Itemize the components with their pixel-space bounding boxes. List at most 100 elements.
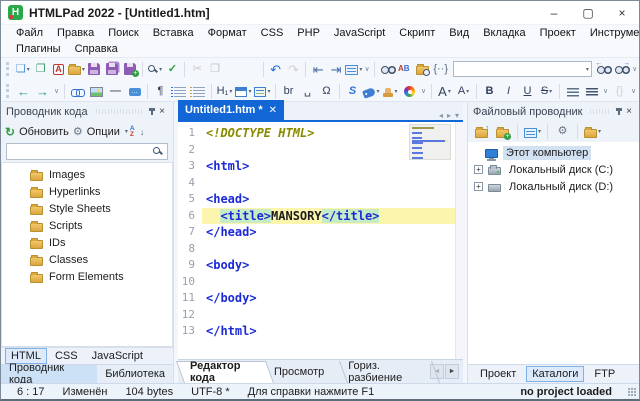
code-line[interactable]: 4	[178, 175, 463, 192]
code-braces-icon[interactable]: {}	[610, 82, 629, 101]
new-from-template-icon[interactable]: A	[50, 60, 68, 79]
code-line[interactable]: 9<body>	[178, 257, 463, 274]
open-folder-icon[interactable]	[472, 122, 491, 141]
gear-icon[interactable]: ⚙	[73, 125, 83, 138]
paste-icon[interactable]	[224, 60, 242, 79]
code-line[interactable]: 11</body>	[178, 290, 463, 307]
comment-icon[interactable]	[125, 82, 144, 101]
strikethrough-icon[interactable]: S▾	[537, 82, 556, 101]
code-explorer-searchbox[interactable]	[6, 143, 168, 160]
quick-search-combobox-input[interactable]	[454, 63, 585, 75]
menu-item[interactable]: Проект	[533, 27, 583, 39]
refresh-button[interactable]: Обновить	[19, 126, 69, 138]
menu-item[interactable]: Поиск	[101, 27, 145, 39]
panel-tab[interactable]: Проект	[474, 366, 522, 382]
editor-view-tab[interactable]: Гориз. разбиение	[338, 360, 430, 383]
special-char-icon[interactable]: Ω	[317, 82, 336, 101]
find-in-files-icon[interactable]	[378, 60, 396, 79]
menu-item[interactable]: JavaScript	[327, 27, 392, 39]
panel-tab[interactable]: Библиотека	[97, 365, 173, 383]
save-icon[interactable]	[85, 60, 103, 79]
find-next-icon[interactable]	[613, 60, 631, 79]
minimize-button[interactable]: –	[537, 1, 571, 24]
cut-icon[interactable]: ✂	[188, 60, 206, 79]
menu-item[interactable]: Формат	[201, 27, 254, 39]
font-color-icon[interactable]: A▾	[435, 82, 454, 101]
tab-list-icon[interactable]: ▾	[455, 111, 459, 120]
menu-item[interactable]: Плагины	[9, 43, 68, 55]
code-snippets-icon[interactable]: ▾	[345, 60, 363, 79]
hyperlink-icon[interactable]	[68, 82, 87, 101]
format-painter-icon[interactable]: ▾	[381, 82, 400, 101]
new-folder-icon[interactable]	[493, 122, 512, 141]
clipboard-history-icon[interactable]	[242, 60, 260, 79]
script-icon[interactable]	[343, 82, 362, 101]
save-all-icon[interactable]	[103, 60, 121, 79]
forward-icon[interactable]: →	[33, 82, 52, 101]
menu-item[interactable]: Инструменты	[583, 27, 640, 39]
line-break-icon[interactable]: br	[279, 82, 298, 101]
file-tree-item[interactable]: +Локальный диск (C:)	[468, 161, 640, 178]
code-editor[interactable]: 1<!DOCTYPE HTML>23<html>45<head>6 <title…	[178, 122, 463, 359]
tree-folder-item[interactable]: Scripts	[2, 217, 172, 234]
menu-item[interactable]: Правка	[50, 27, 101, 39]
find-previous-icon[interactable]	[595, 60, 613, 79]
file-tree-item[interactable]: +Локальный диск (D:)	[468, 178, 640, 195]
align-justify-icon[interactable]	[582, 82, 601, 101]
menu-item[interactable]: Файл	[9, 27, 50, 39]
code-line[interactable]: 6 <title>MANSORY</title>	[178, 208, 463, 225]
new-document-icon[interactable]: ❏▾	[14, 60, 32, 79]
code-line[interactable]: 5<head>	[178, 191, 463, 208]
nbsp-icon[interactable]: ␣	[298, 82, 317, 101]
expand-icon[interactable]: +	[474, 165, 483, 174]
toolbar-overflow-button[interactable]: ∨	[601, 87, 610, 95]
form-icon[interactable]: ▾	[253, 82, 272, 101]
resize-grip[interactable]	[628, 388, 636, 396]
tree-folder-item[interactable]: Classes	[2, 251, 172, 268]
code-line[interactable]: 10	[178, 274, 463, 291]
redo-icon[interactable]: ↷	[285, 60, 303, 79]
open-in-browser-icon[interactable]: ❐	[32, 60, 50, 79]
file-tree-item[interactable]: Этот компьютер	[468, 144, 640, 161]
menu-item[interactable]: Вставка	[146, 27, 201, 39]
underline-icon[interactable]: U	[518, 82, 537, 101]
tab-scroll-left-icon[interactable]: ◂	[439, 111, 443, 120]
find-in-folder-icon[interactable]	[414, 60, 432, 79]
image-icon[interactable]	[87, 82, 106, 101]
code-line[interactable]: 8	[178, 241, 463, 258]
settings-gear-icon[interactable]: ⚙	[553, 122, 572, 141]
close-button[interactable]: ×	[605, 1, 639, 24]
editor-view-tab[interactable]: Редактор кода	[180, 360, 264, 383]
indent-icon[interactable]: ⇥	[327, 60, 345, 79]
table-icon[interactable]: ▾	[234, 82, 253, 101]
pin-icon[interactable]	[615, 106, 623, 118]
menu-item[interactable]: PHP	[290, 27, 327, 39]
menu-item[interactable]: Справка	[68, 43, 125, 55]
menu-item[interactable]: Вкладка	[476, 27, 532, 39]
close-tab-icon[interactable]: ✕	[269, 105, 277, 116]
tree-folder-item[interactable]: Images	[2, 166, 172, 183]
panel-tab[interactable]: Проводник кода	[1, 365, 97, 383]
menu-item[interactable]: CSS	[254, 27, 291, 39]
code-line[interactable]: 13</html>	[178, 323, 463, 340]
quick-search-combobox[interactable]: ▾	[453, 61, 592, 77]
code-line[interactable]: 12	[178, 307, 463, 324]
toolbar-overflow-button[interactable]: ∨	[629, 87, 638, 95]
spellcheck-icon[interactable]: ✓	[164, 60, 182, 79]
copy-icon[interactable]: ❐	[206, 60, 224, 79]
italic-icon[interactable]: I	[499, 82, 518, 101]
horizontal-rule-icon[interactable]: —	[106, 82, 125, 101]
close-panel-icon[interactable]: ×	[623, 106, 635, 117]
tree-folder-item[interactable]: Form Elements	[2, 268, 172, 285]
next-view-icon[interactable]: ►	[445, 364, 459, 379]
menu-item[interactable]: Скрипт	[392, 27, 442, 39]
expand-icon[interactable]: +	[474, 182, 483, 191]
maximize-button[interactable]: ▢	[571, 1, 605, 24]
tree-folder-item[interactable]: Hyperlinks	[2, 183, 172, 200]
paragraph-icon[interactable]: ¶	[151, 82, 170, 101]
unindent-icon[interactable]: ⇤	[309, 60, 327, 79]
align-left-icon[interactable]	[563, 82, 582, 101]
code-line[interactable]: 7</head>	[178, 224, 463, 241]
heading-icon[interactable]: H₁▾	[215, 82, 234, 101]
toolbar-overflow-button[interactable]: ∨	[631, 65, 639, 73]
